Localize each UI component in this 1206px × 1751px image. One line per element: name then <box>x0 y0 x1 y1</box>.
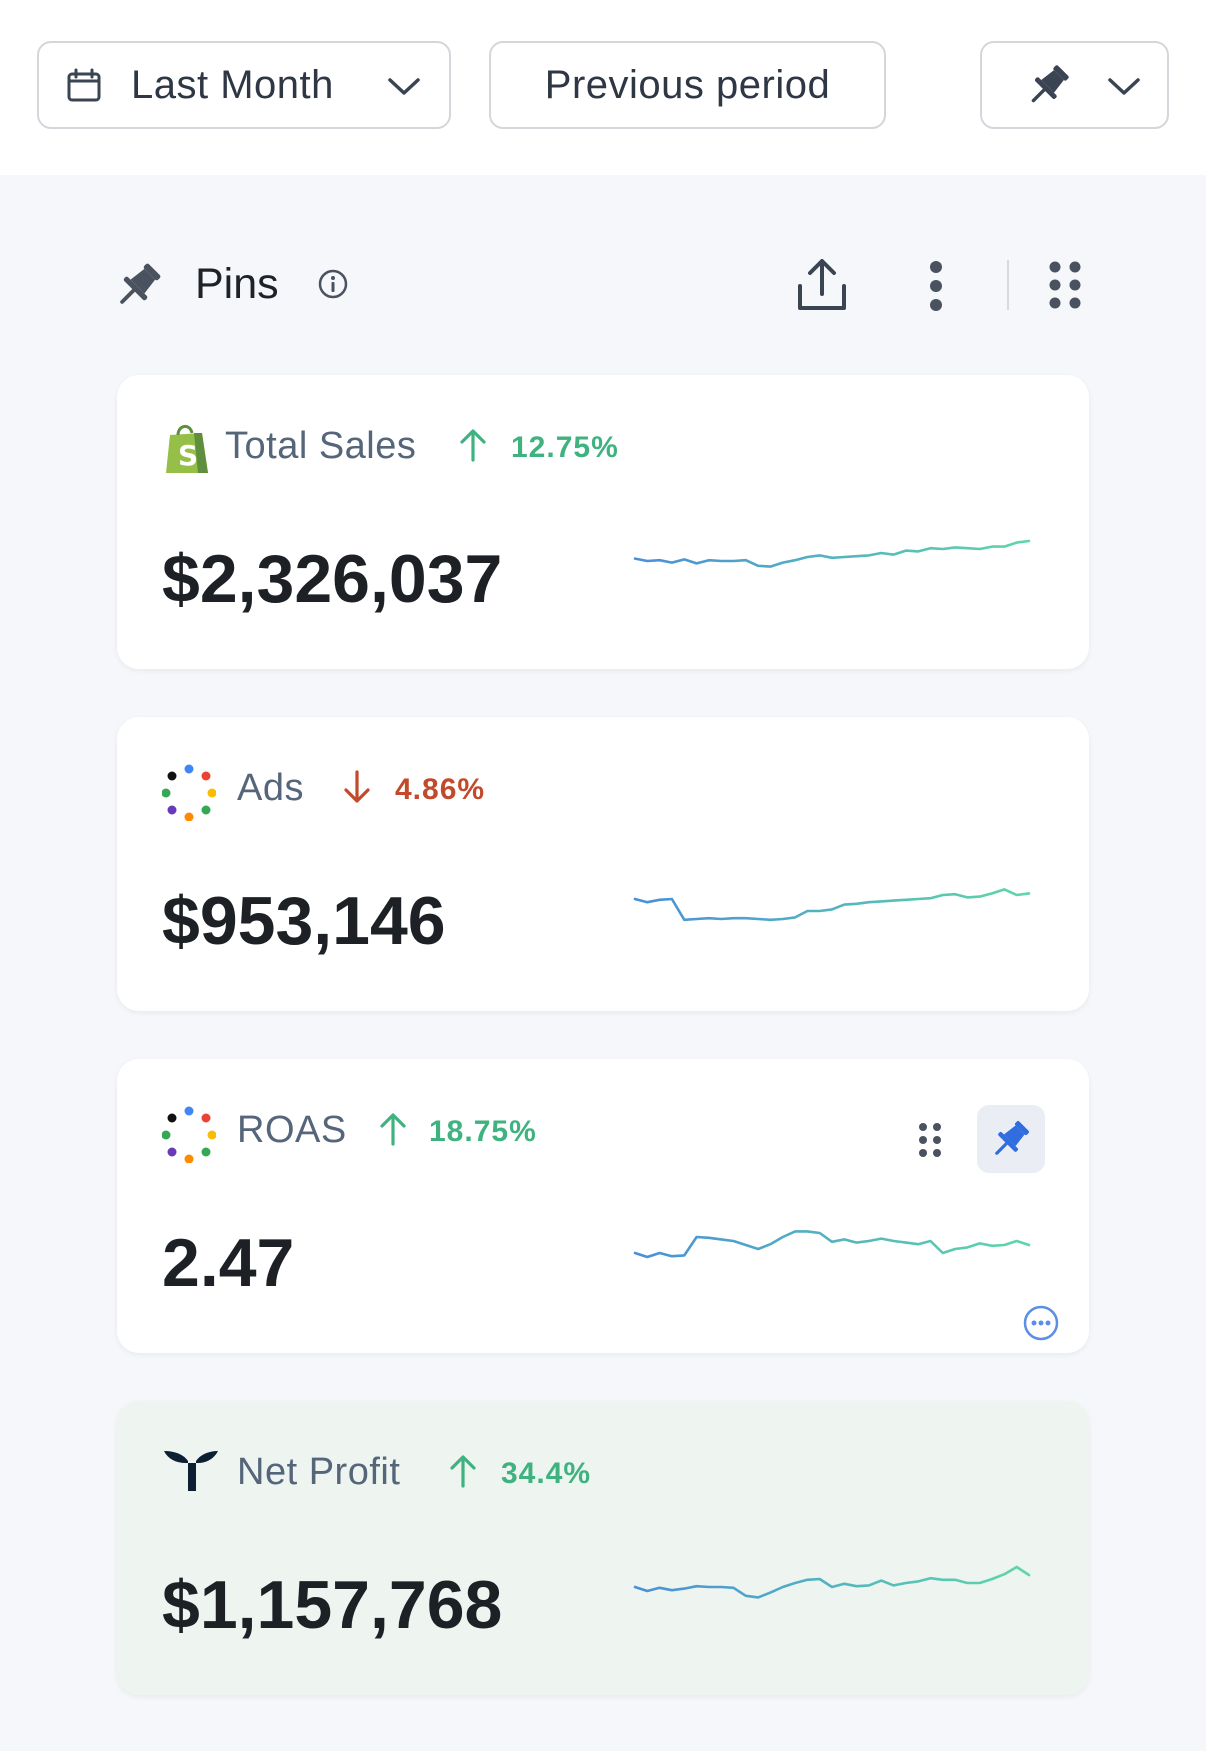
arrow-up-icon <box>450 1455 476 1488</box>
triple-whale-icon <box>164 1451 218 1491</box>
drag-handle-icon[interactable] <box>917 1121 943 1159</box>
more-vertical-icon[interactable] <box>922 260 950 312</box>
pin-filled-icon <box>995 1121 1029 1155</box>
pins-section-header: Pins <box>0 250 1206 320</box>
sparkline-chart <box>633 1230 1031 1259</box>
shopify-icon: S <box>166 425 208 473</box>
sparkline-chart <box>633 539 1031 568</box>
arrow-up-icon <box>380 1113 406 1146</box>
sparkline-series <box>633 1565 1031 1599</box>
date-range-label: Last Month <box>131 62 334 107</box>
compare-period-button[interactable]: Previous period <box>489 41 886 129</box>
metric-change: 34.4% <box>501 1457 592 1490</box>
google-ads-icon <box>162 764 216 821</box>
sparkline-series <box>633 888 1031 922</box>
metric-name: Ads <box>237 767 304 809</box>
sparkline-chart <box>633 1565 1031 1599</box>
more-options-circle-icon[interactable] <box>1022 1304 1060 1342</box>
arrow-up-icon <box>460 429 486 462</box>
metric-card-net-profit[interactable]: Net Profit 34.4% $1,157,768 <box>117 1401 1089 1695</box>
metric-value: $1,157,768 <box>162 1567 503 1643</box>
sparkline-series <box>633 539 1031 568</box>
metric-value: $2,326,037 <box>162 541 503 617</box>
compare-period-label: Previous period <box>544 62 831 107</box>
pin-icon <box>120 263 161 304</box>
metric-change: 4.86% <box>395 773 486 806</box>
metric-name: Net Profit <box>237 1451 401 1493</box>
calendar-icon <box>67 68 101 102</box>
info-icon[interactable] <box>317 268 349 300</box>
share-upload-icon[interactable] <box>794 256 850 314</box>
metric-name: Total Sales <box>225 425 417 467</box>
date-range-dropdown[interactable]: Last Month <box>37 41 451 129</box>
unpin-button[interactable] <box>977 1105 1045 1173</box>
pin-menu-dropdown[interactable] <box>980 41 1169 129</box>
section-title: Pins <box>195 260 279 308</box>
metric-value: 2.47 <box>162 1225 295 1301</box>
metric-name: ROAS <box>237 1109 347 1151</box>
sparkline-series <box>633 1230 1031 1259</box>
pin-icon <box>1031 65 1069 103</box>
svg-text:S: S <box>178 439 198 472</box>
chevron-down-icon <box>1108 78 1140 95</box>
metric-card-total-sales[interactable]: S Total Sales 12.75% $2,326,037 <box>117 375 1089 669</box>
metric-value: $953,146 <box>162 883 446 959</box>
metric-card-roas[interactable]: ROAS 18.75% 2.47 <box>117 1059 1089 1353</box>
arrow-down-icon <box>344 770 370 803</box>
toolbar-divider <box>1007 260 1009 310</box>
sparkline-chart <box>633 888 1031 922</box>
chevron-down-icon <box>388 78 420 95</box>
date-toolbar: Last Month Previous period <box>0 0 1206 175</box>
drag-grid-icon[interactable] <box>1048 260 1082 310</box>
metric-change: 18.75% <box>429 1115 537 1148</box>
google-ads-icon <box>162 1106 216 1163</box>
metric-change: 12.75% <box>511 431 619 464</box>
metric-card-ads[interactable]: Ads 4.86% $953,146 <box>117 717 1089 1011</box>
